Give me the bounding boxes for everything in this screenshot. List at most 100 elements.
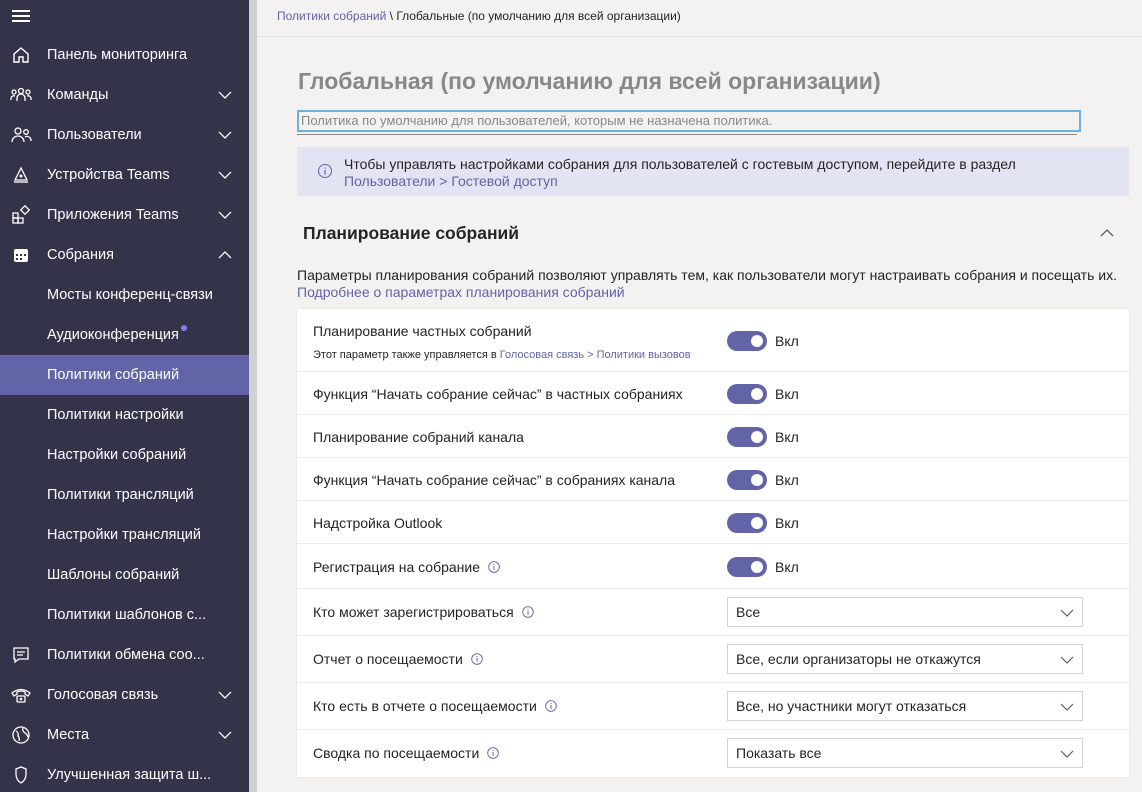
toggle-label: Вкл [775, 515, 799, 531]
setting-label-wrap: Регистрация на собрание [313, 559, 500, 575]
nav-item-label: Пользователи [47, 127, 142, 143]
banner-link[interactable]: Пользователи > Гостевой доступ [344, 173, 1016, 190]
nav-item-label: Собрания [47, 247, 114, 263]
section-learn-more-link[interactable]: Подробнее о параметрах планирования собр… [297, 284, 1137, 301]
nav-item-live-events-settings[interactable]: Настройки трансляций [0, 515, 249, 555]
toggle-knob [751, 517, 763, 529]
toggle-switch[interactable] [727, 513, 767, 533]
setting-label: Сводка по посещаемости [313, 745, 480, 761]
nav-item-label: Политики шаблонов с... [47, 607, 207, 623]
info-icon[interactable] [488, 561, 500, 574]
breadcrumb: Политики собраний \ Глобальные (по умолч… [277, 9, 681, 23]
toggle-switch[interactable] [727, 427, 767, 447]
chevron-down-icon[interactable] [217, 167, 233, 183]
breadcrumb-separator: \ [386, 9, 397, 23]
info-icon[interactable] [521, 606, 534, 619]
info-icon[interactable] [545, 700, 557, 713]
chevron-down-icon[interactable] [217, 207, 233, 223]
section-title: Планирование собраний [303, 223, 520, 243]
home-icon [10, 45, 32, 65]
chevron-up-icon[interactable] [1099, 226, 1115, 240]
setting-row: Кто есть в отчете о посещаемости Все, но… [297, 683, 1129, 730]
dropdown-select[interactable]: Все [727, 597, 1083, 627]
chevron-down-icon[interactable] [217, 687, 233, 703]
nav-item-enhanced-protection[interactable]: Улучшенная защита ш... [0, 755, 249, 792]
nav-item-label: Голосовая связь [47, 687, 159, 703]
nav-item-label: Шаблоны собраний [47, 567, 180, 583]
toggle-label: Вкл [775, 472, 799, 488]
nav-item-label: Команды [47, 87, 109, 103]
dropdown-select[interactable]: Все, если организаторы не откажутся [727, 644, 1083, 674]
left-nav: Панель мониторинга Команды Пользователи … [0, 0, 249, 792]
setting-sub-note: Этот параметр также управляется в Голосо… [313, 349, 691, 361]
nav-item-audio-conferencing[interactable]: Аудиоконференция [0, 315, 249, 355]
header-divider [257, 36, 1142, 37]
toggle-knob [751, 474, 763, 486]
description-field[interactable]: Политика по умолчанию для пользователей,… [297, 110, 1081, 132]
info-icon[interactable] [487, 747, 500, 760]
devices-icon [10, 165, 32, 185]
section-description-text: Параметры планирования собраний позволяю… [297, 267, 1117, 283]
nav-item-meetings[interactable]: Собрания [0, 235, 249, 275]
chevron-down-icon[interactable] [217, 127, 233, 143]
nav-item-messaging-policies[interactable]: Политики обмена соо... [0, 635, 249, 675]
chevron-down-icon[interactable] [217, 87, 233, 103]
setting-row: Отчет о посещаемости Все, если организат… [297, 636, 1129, 683]
nav-item-label: Панель мониторинга [47, 47, 188, 63]
chevron-up-icon[interactable] [217, 247, 233, 263]
toggle-label: Вкл [775, 386, 799, 402]
setting-label: Кто есть в отчете о посещаемости [313, 698, 537, 714]
nav-item-teams-apps[interactable]: Приложения Teams [0, 195, 249, 235]
nav-item-customization-policies[interactable]: Политики настройки [0, 395, 249, 435]
nav-item-label: Настройки собраний [47, 447, 187, 463]
nav-item-template-policies[interactable]: Политики шаблонов с... [0, 595, 249, 635]
setting-row: Регистрация на собрание Вкл [297, 544, 1129, 589]
chevron-down-icon[interactable] [217, 727, 233, 743]
teams-icon [10, 85, 32, 105]
breadcrumb-link[interactable]: Политики собраний [277, 9, 386, 23]
messaging-icon [10, 645, 32, 665]
dropdown-select[interactable]: Все, но участники могут отказаться [727, 691, 1083, 721]
globe-icon [10, 725, 32, 745]
nav-item-teams-devices[interactable]: Устройства Teams [0, 155, 249, 195]
banner-text-block: Чтобы управлять настройками собрания для… [344, 156, 1016, 190]
page-title[interactable]: Глобальная (по умолчанию для всей органи… [298, 68, 881, 95]
toggle-switch[interactable] [727, 384, 767, 404]
breadcrumb-current: Глобальные (по умолчанию для всей органи… [396, 9, 681, 23]
nav-item-meeting-settings[interactable]: Настройки собраний [0, 435, 249, 475]
setting-label-wrap: Отчет о посещаемости [313, 651, 483, 667]
chevron-down-icon [1060, 703, 1074, 711]
nav-item-meeting-templates[interactable]: Шаблоны собраний [0, 555, 249, 595]
nav-item-dashboard[interactable]: Панель мониторинга [0, 35, 249, 75]
nav-item-live-events-policies[interactable]: Политики трансляций [0, 475, 249, 515]
toggle-switch[interactable] [727, 331, 767, 351]
nav-item-teams[interactable]: Команды [0, 75, 249, 115]
info-icon[interactable] [471, 653, 483, 666]
toggle-knob [751, 431, 763, 443]
hamburger-menu-icon[interactable] [12, 7, 30, 23]
setting-sub-prefix: Этот параметр также управляется в [313, 349, 500, 361]
toggle-knob [751, 335, 763, 347]
setting-sub-link[interactable]: Голосовая связь > Политики вызовов [500, 349, 691, 361]
description-underline [297, 134, 1077, 135]
nav-item-locations[interactable]: Места [0, 715, 249, 755]
nav-item-label: Политики собраний [47, 367, 180, 383]
toggle-switch[interactable] [727, 557, 767, 577]
nav-item-label: Настройки трансляций [47, 527, 201, 543]
main-content: Политики собраний \ Глобальные (по умолч… [257, 0, 1142, 792]
setting-label-wrap: Сводка по посещаемости [313, 745, 500, 761]
sidebar-scrollbar[interactable] [249, 0, 257, 792]
nav-item-meeting-policies[interactable]: Политики собраний [0, 355, 249, 395]
setting-row: Функция “Начать собрание сейчас” в частн… [297, 372, 1129, 415]
nav-item-label: Места [47, 727, 90, 743]
nav-item-label: Улучшенная защита ш... [47, 767, 212, 783]
nav-item-conference-bridges[interactable]: Мосты конференц-связи [0, 275, 249, 315]
calendar-icon [10, 245, 32, 265]
nav-item-voice[interactable]: Голосовая связь [0, 675, 249, 715]
toggle-switch[interactable] [727, 470, 767, 490]
dropdown-select[interactable]: Показать все [727, 738, 1083, 768]
setting-label: Планирование частных собраний [313, 323, 532, 339]
nav-item-users[interactable]: Пользователи [0, 115, 249, 155]
setting-label: Планирование собраний канала [313, 429, 524, 445]
setting-row: Надстройка Outlook Вкл [297, 501, 1129, 544]
